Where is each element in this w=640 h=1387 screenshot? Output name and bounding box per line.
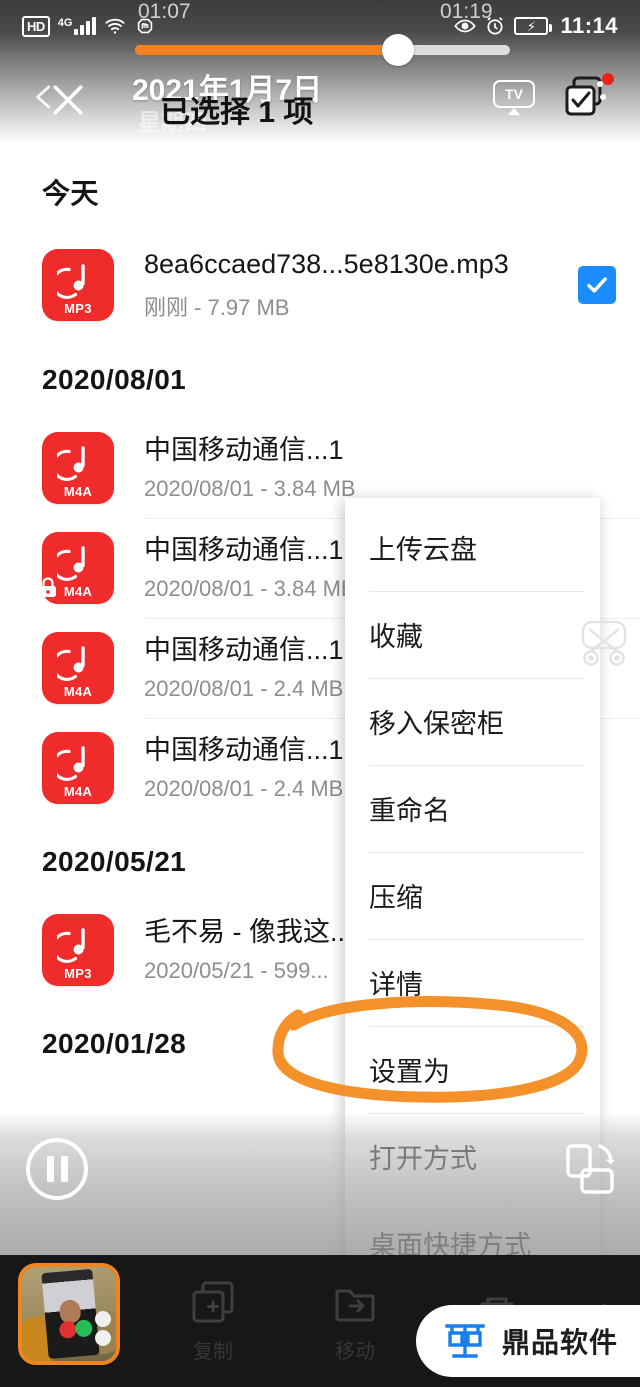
app-bar: 2021年1月7日 星期四 已选择 1 项 TV (0, 52, 640, 144)
context-menu-item[interactable]: 详情 (345, 939, 600, 1026)
copy-icon (190, 1279, 236, 1325)
context-menu-item[interactable]: 上传云盘 (345, 504, 600, 591)
audio-file-icon: MP3 (42, 913, 114, 986)
player-total-time: 01:19 (440, 0, 493, 23)
lock-icon (36, 576, 60, 600)
signal-strength-bars (74, 17, 97, 35)
tv-cast-icon[interactable]: TV (492, 79, 536, 117)
file-meta: 中国移动通信...1 2020/08/01 - 3.84 MB (144, 434, 616, 502)
music-note-icon (51, 260, 99, 302)
page-title: 已选择 1 项 (160, 96, 314, 129)
thumbnail-phone-screen (40, 1268, 99, 1360)
bottom-action-move-label: 移动 (335, 1340, 375, 1363)
file-name: 中国移动通信...1 (144, 434, 344, 465)
audio-file-icon: MP3 (42, 248, 114, 321)
app-bar-right-actions: TV (492, 73, 616, 121)
app-bar-title-stack: 2021年1月7日 星期四 已选择 1 项 (124, 63, 492, 135)
bottom-action-share[interactable]: 分享 (0, 1255, 142, 1387)
file-checkbox-checked[interactable] (578, 265, 616, 304)
context-menu-item[interactable]: 重命名 (345, 765, 600, 852)
context-menu-item[interactable]: 收藏 (345, 591, 600, 678)
thumbnail-answer-button (74, 1319, 93, 1338)
phone-screen: HD 4G ⚡ 11:14 2021年1月7日 星期四 已选择 1 项 TV 今… (0, 0, 640, 1387)
file-meta: 8ea6ccaed738...5e8130e.mp3 刚刚 - 7.97 MB (144, 248, 566, 322)
context-menu[interactable]: 上传云盘 收藏 移入保密柜 重命名 压缩 详情 设置为 打开方式 桌面快捷方式 (345, 498, 600, 1287)
music-note-icon (51, 642, 99, 684)
bottom-action-copy[interactable]: 复制 (142, 1255, 284, 1387)
seek-thumb[interactable] (381, 34, 414, 66)
charging-bolt-icon: ⚡ (526, 18, 536, 34)
share-preview-thumbnail[interactable] (18, 1263, 120, 1365)
music-note-icon (51, 442, 99, 484)
file-extension-label: MP3 (64, 965, 92, 981)
context-menu-item[interactable]: 设置为 (345, 1026, 600, 1113)
dingpin-logo-icon (442, 1318, 488, 1364)
file-row[interactable]: MP3 8ea6ccaed738...5e8130e.mp3 刚刚 - 7.97 M… (0, 234, 640, 336)
battery-charging-icon: ⚡ (514, 17, 553, 35)
music-note-icon (51, 924, 99, 966)
watermark-text: 鼎品软件 (501, 1327, 618, 1358)
file-extension-label: M4A (63, 783, 93, 799)
audio-file-icon: M4A (42, 431, 114, 504)
signal-bars-icon: 4G (58, 17, 97, 35)
thumbnail-comment-icon (95, 1329, 111, 1346)
date-section-header: 2020/08/01 (42, 363, 187, 395)
hd-badge: HD (22, 15, 50, 37)
file-extension-label: M4A (63, 683, 93, 699)
context-menu-item[interactable]: 打开方式 (345, 1113, 600, 1200)
file-extension-label: M4A (63, 483, 93, 499)
notification-badge-dot (602, 73, 614, 85)
thumbnail-hangup-button (58, 1320, 77, 1340)
seek-progress-fill (135, 45, 398, 55)
file-name: 8ea6ccaed738...5e8130e.mp3 (144, 249, 509, 279)
thumbnail-person-face (58, 1299, 81, 1324)
music-note-icon (51, 542, 99, 584)
bottom-action-copy-label: 复制 (193, 1340, 233, 1363)
scissors-icon (578, 618, 630, 678)
move-folder-icon (332, 1279, 378, 1325)
file-subtitle: 刚刚 - 7.97 MB (144, 294, 290, 320)
date-section-header: 今天 (42, 178, 99, 209)
file-extension-label: MP3 (64, 300, 92, 316)
audio-file-icon: M4A (40, 531, 114, 604)
network-type-label: 4G (57, 17, 73, 29)
watermark-badge: 鼎品软件 (415, 1305, 640, 1377)
wifi-icon (104, 15, 126, 37)
multi-window-icon[interactable] (564, 73, 614, 121)
status-bar-clock: 11:14 (560, 13, 618, 38)
bottom-action-move[interactable]: 移动 (284, 1255, 426, 1387)
audio-file-icon: M4A (42, 731, 114, 804)
app-bar-left-actions (24, 68, 124, 128)
context-menu-item[interactable]: 移入保密柜 (345, 678, 600, 765)
svg-text:TV: TV (505, 86, 524, 102)
audio-file-icon: M4A (42, 631, 114, 704)
context-menu-item[interactable]: 压缩 (345, 852, 600, 939)
close-icon[interactable] (46, 78, 90, 122)
status-bar-left: HD 4G (22, 15, 156, 37)
music-note-icon (51, 742, 99, 784)
seek-slider[interactable] (135, 34, 510, 66)
player-current-time: 01:07 (138, 0, 191, 23)
